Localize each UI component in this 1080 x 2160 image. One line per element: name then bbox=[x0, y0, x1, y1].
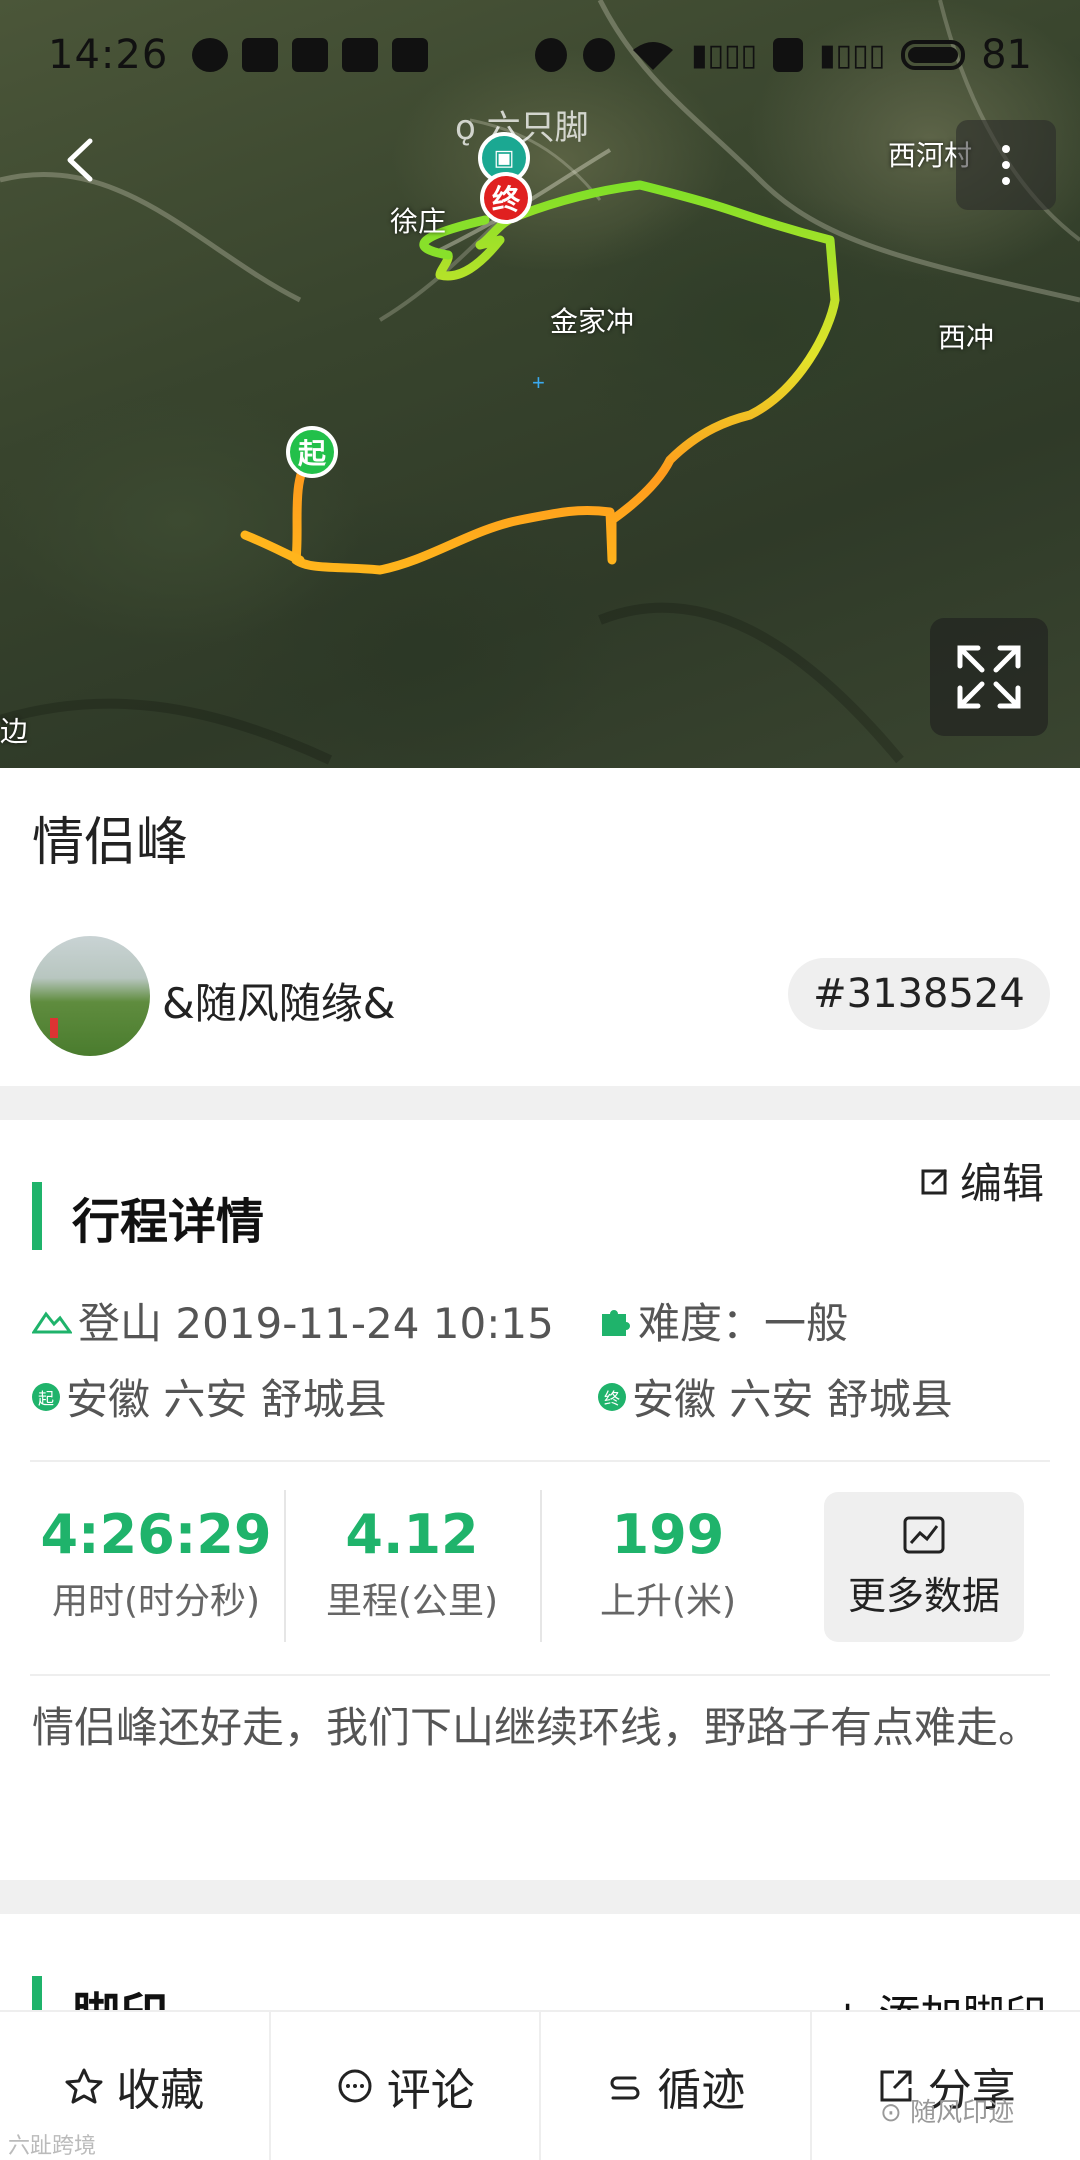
star-icon bbox=[65, 2068, 103, 2104]
comment-button[interactable]: 评论 bbox=[271, 2012, 541, 2160]
signal-icon: ▮▯▯▯ bbox=[691, 37, 758, 73]
wechat-icon: ⊙ bbox=[880, 2098, 902, 2128]
divider bbox=[30, 1460, 1050, 1462]
more-data-button[interactable]: 更多数据 bbox=[824, 1492, 1024, 1642]
system-icons: ▮▯▯▯ ▮▯▯▯ 81 bbox=[535, 32, 1032, 78]
status-bar: 14:26 ▮▯▯▯ ▮▯▯▯ 81 bbox=[0, 0, 1080, 110]
section-divider bbox=[0, 1086, 1080, 1120]
details-section-title: 行程详情 bbox=[72, 1194, 265, 1250]
chart-icon bbox=[903, 1516, 945, 1553]
share-button[interactable]: 分享 bbox=[812, 2012, 1080, 2160]
puzzle-icon bbox=[602, 1309, 630, 1336]
activity-info: 登山 2019-11-24 10:15 bbox=[32, 1290, 554, 1351]
status-time: 14:26 bbox=[48, 32, 169, 78]
chat-icon bbox=[192, 38, 229, 72]
expand-map-button[interactable] bbox=[930, 618, 1048, 736]
start-badge-icon: 起 bbox=[32, 1382, 60, 1411]
more-button[interactable] bbox=[956, 120, 1056, 210]
alarm-icon bbox=[583, 38, 615, 72]
bottom-action-bar: 收藏 评论 循迹 分享 bbox=[0, 2010, 1080, 2160]
notification-icons bbox=[192, 38, 429, 72]
edit-button[interactable]: 编辑 bbox=[920, 1150, 1044, 1211]
follow-track-button[interactable]: 循迹 bbox=[541, 2012, 812, 2160]
divider bbox=[30, 1674, 1050, 1676]
start-location: 起 安徽 六安 舒城县 bbox=[32, 1366, 387, 1427]
watermark: ⊙ 随风印迹 bbox=[880, 2098, 1015, 2128]
more-vertical-icon bbox=[1002, 145, 1010, 153]
app-icon bbox=[392, 38, 429, 72]
author-name[interactable]: &随风随缘& bbox=[162, 970, 396, 1031]
back-arrow-icon bbox=[67, 138, 93, 182]
nfc-icon bbox=[535, 38, 567, 72]
comment-icon bbox=[338, 2069, 372, 2103]
track-map[interactable]: + ǫ 六只脚 徐庄 西河村 金家冲 西冲 边 ▣ 终 起 bbox=[0, 0, 1080, 768]
place-label: 边 bbox=[0, 715, 29, 748]
place-label: 徐庄 bbox=[390, 205, 447, 238]
avatar[interactable] bbox=[30, 936, 150, 1056]
stat-distance: 4.12 里程(公里) bbox=[325, 1503, 499, 1622]
end-badge-icon: 终 bbox=[598, 1382, 626, 1411]
sim-icon bbox=[773, 38, 804, 72]
battery-level: 81 bbox=[981, 32, 1032, 78]
app-icon bbox=[292, 38, 329, 72]
section-accent bbox=[32, 1182, 42, 1250]
map-crosshair: + bbox=[532, 370, 545, 395]
edit-icon bbox=[921, 1168, 948, 1194]
footprint-icon: ǫ bbox=[455, 108, 476, 148]
taobao-icon bbox=[342, 38, 379, 72]
battery-icon bbox=[901, 40, 966, 70]
trip-id-badge[interactable]: #3138524 bbox=[788, 958, 1050, 1030]
stat-duration: 4:26:29 用时(时分秒) bbox=[40, 1503, 272, 1622]
start-pin[interactable]: 起 bbox=[286, 426, 338, 478]
end-pin[interactable]: 终 bbox=[480, 172, 532, 224]
watermark: 六趾跨境 bbox=[8, 2134, 97, 2159]
difficulty-info: 难度：一般 bbox=[598, 1290, 848, 1351]
end-location: 终 安徽 六安 舒城县 bbox=[598, 1366, 953, 1427]
follow-track-icon bbox=[610, 2076, 640, 2100]
expand-icon bbox=[957, 645, 1021, 709]
trip-title: 情侣峰 bbox=[32, 813, 189, 873]
place-label: 西冲 bbox=[938, 321, 995, 354]
track-line bbox=[291, 180, 840, 575]
section-divider bbox=[0, 1880, 1080, 1914]
wifi-icon bbox=[633, 42, 673, 70]
place-label: 金家冲 bbox=[550, 305, 635, 338]
stat-ascent: 199 上升(米) bbox=[599, 1503, 737, 1622]
mountain-icon bbox=[32, 1310, 72, 1333]
signal-icon: ▮▯▯▯ bbox=[819, 37, 886, 73]
back-button[interactable] bbox=[60, 135, 110, 195]
mail-icon bbox=[242, 38, 279, 72]
trip-description: 情侣峰还好走，我们下山继续环线，野路子有点难走。 bbox=[32, 1703, 1041, 1752]
